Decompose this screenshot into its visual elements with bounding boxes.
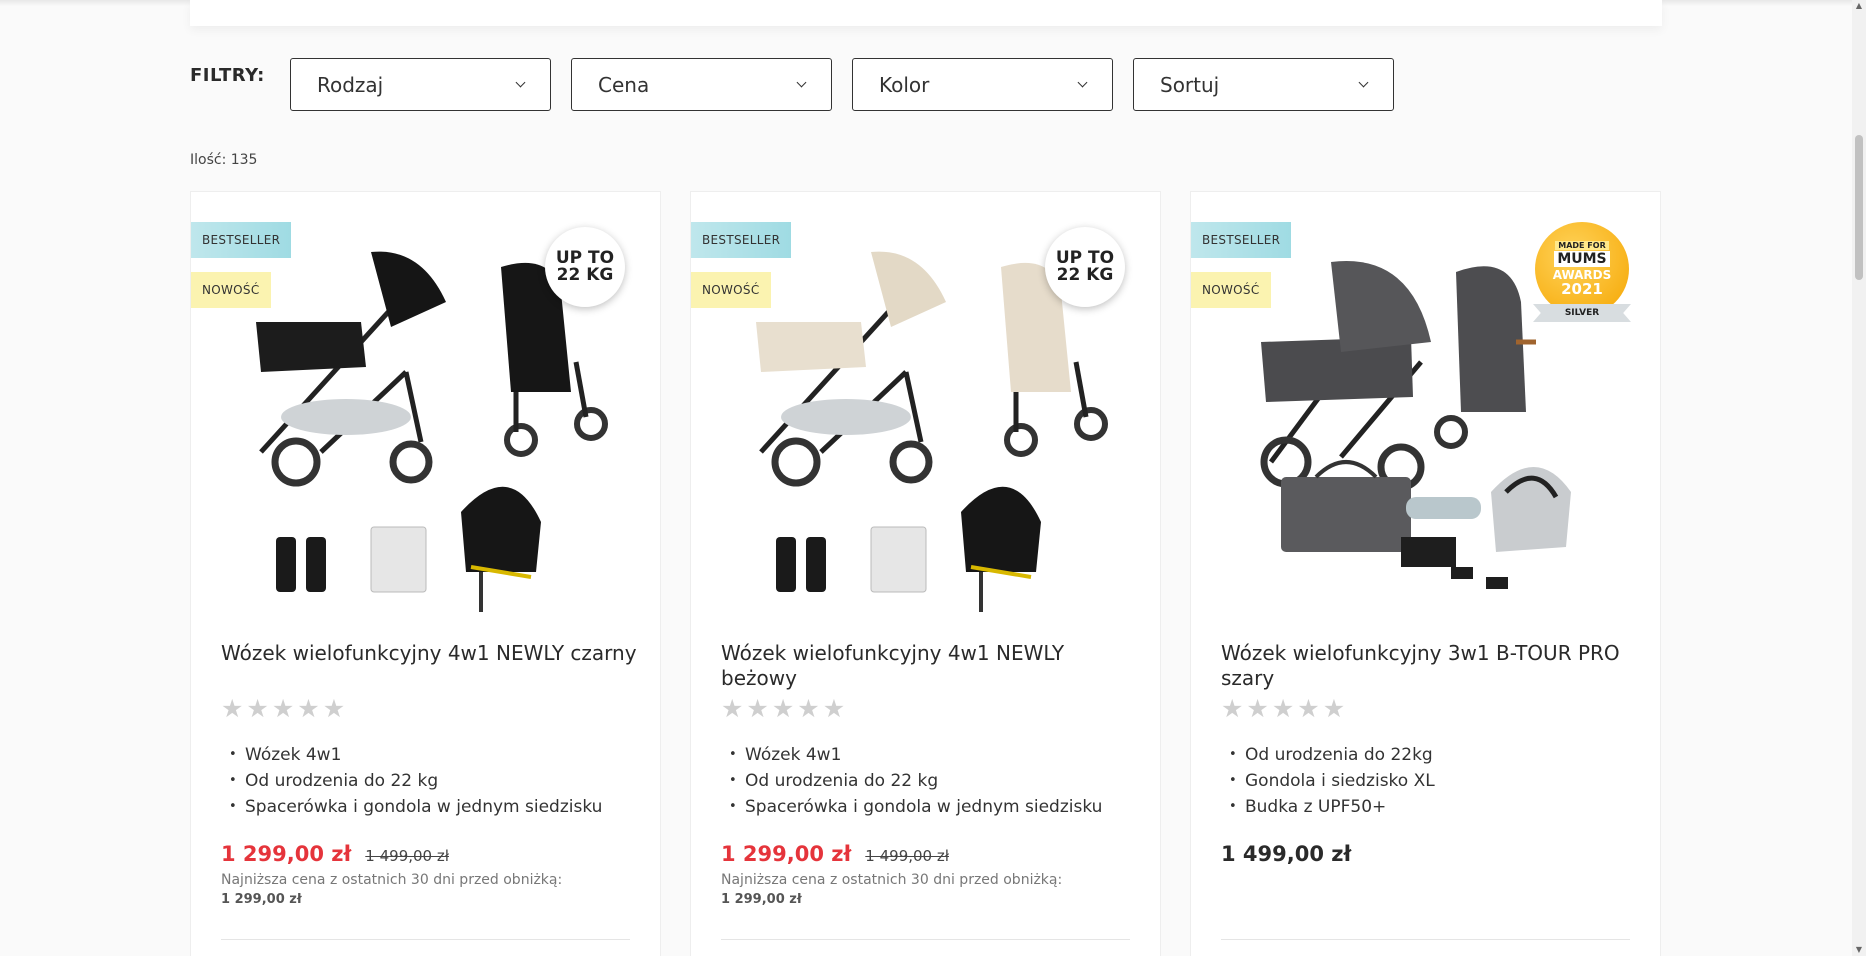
price-block: 1 299,00 zł 1 499,00 zł [221, 842, 449, 866]
star-icon: ★ [771, 694, 795, 723]
scroll-up-icon[interactable]: ▲ [1855, 2, 1863, 10]
lowest-price-info: Najniższa cena z ostatnich 30 dni przed … [221, 870, 562, 910]
card-divider [221, 939, 630, 940]
product-title[interactable]: Wózek wielofunkcyjny 3w1 B-TOUR PRO szar… [1221, 641, 1641, 691]
feature-list: Wózek 4w1 Od urodzenia do 22 kg Spacerów… [221, 742, 602, 820]
product-image[interactable]: BESTSELLER NOWOŚĆ UP TO 22 KG [691, 192, 1162, 632]
feature-item: Od urodzenia do 22 kg [721, 768, 1102, 794]
bestseller-badge: BESTSELLER [1191, 222, 1292, 258]
feature-item: Budka z UPF50+ [1221, 794, 1435, 820]
filter-price-label: Cena [598, 72, 650, 97]
product-image[interactable]: BESTSELLER NOWOŚĆ MADE FOR MUMS AWARDS 2… [1191, 192, 1662, 632]
star-icon: ★ [1271, 694, 1295, 723]
filter-color-label: Kolor [879, 72, 930, 97]
star-icon: ★ [1246, 694, 1269, 723]
old-price: 1 499,00 zł [365, 847, 449, 865]
rating-stars: ★ ★ ★ ★ ★ [221, 696, 345, 721]
lowest-price-value: 1 299,00 zł [721, 892, 802, 907]
feature-item: Spacerówka i gondola w jednym siedzisku [721, 794, 1102, 820]
award-line4: 2021 [1561, 280, 1603, 298]
star-icon: ★ [1297, 694, 1320, 723]
feature-item: Wózek 4w1 [721, 742, 1102, 768]
bestseller-badge: BESTSELLER [191, 222, 292, 258]
star-icon: ★ [246, 694, 269, 723]
award-ribbon: SILVER [1533, 304, 1631, 322]
feature-list: Wózek 4w1 Od urodzenia do 22 kg Spacerów… [721, 742, 1102, 820]
lowest-price-info: Najniższa cena z ostatnich 30 dni przed … [721, 870, 1062, 910]
weight-badge-line2: 22 KG [1056, 265, 1114, 285]
award-line2: MUMS [1554, 251, 1610, 267]
filters-bar: FILTRY: Rodzaj Cena Kolor Sortuj [190, 58, 1414, 112]
new-badge: NOWOŚĆ [1191, 272, 1271, 308]
award-line1: MADE FOR [1555, 241, 1609, 250]
scrollbar-thumb[interactable] [1855, 135, 1863, 280]
new-badge: NOWOŚĆ [691, 272, 771, 308]
bestseller-badge: BESTSELLER [691, 222, 792, 258]
feature-item: Spacerówka i gondola w jednym siedzisku [221, 794, 602, 820]
sort-label: Sortuj [1160, 72, 1220, 97]
filters-label: FILTRY: [190, 65, 265, 86]
weight-badge-line2: 22 KG [556, 265, 614, 285]
star-icon: ★ [822, 694, 846, 723]
filter-price-select[interactable]: Cena [571, 58, 832, 111]
chevron-down-icon [796, 77, 807, 88]
scroll-down-icon[interactable]: ▼ [1855, 946, 1863, 954]
weight-limit-badge: UP TO 22 KG [545, 227, 625, 307]
weight-limit-badge: UP TO 22 KG [1045, 227, 1125, 307]
star-icon: ★ [797, 694, 820, 723]
regular-price: 1 499,00 zł [1221, 842, 1352, 866]
lowest-price-value: 1 299,00 zł [221, 892, 302, 907]
product-title[interactable]: Wózek wielofunkcyjny 4w1 NEWLY czarny [221, 641, 641, 666]
product-card[interactable]: BESTSELLER NOWOŚĆ UP TO 22 KG Wózek wiel… [690, 191, 1161, 956]
rating-stars: ★ ★ ★ ★ ★ [1221, 696, 1345, 721]
star-icon: ★ [1221, 694, 1244, 723]
sale-price: 1 299,00 zł [221, 842, 352, 866]
mums-award-badge: MADE FOR MUMS AWARDS 2021 SILVER [1533, 222, 1631, 322]
chevron-down-icon [1358, 77, 1369, 88]
card-divider [721, 939, 1130, 940]
product-card[interactable]: BESTSELLER NOWOŚĆ UP TO 22 KG Wózek wiel… [190, 191, 661, 956]
feature-item: Od urodzenia do 22kg [1221, 742, 1435, 768]
new-badge: NOWOŚĆ [191, 272, 271, 308]
star-icon: ★ [746, 694, 769, 723]
product-title[interactable]: Wózek wielofunkcyjny 4w1 NEWLY beżowy [721, 641, 1141, 691]
star-icon: ★ [721, 694, 744, 723]
filter-color-select[interactable]: Kolor [852, 58, 1113, 111]
star-icon: ★ [1322, 694, 1346, 723]
lowest-price-label: Najniższa cena z ostatnich 30 dni przed … [721, 872, 1063, 888]
product-card[interactable]: BESTSELLER NOWOŚĆ MADE FOR MUMS AWARDS 2… [1190, 191, 1661, 956]
feature-list: Od urodzenia do 22kg Gondola i siedzisko… [1221, 742, 1435, 820]
chevron-down-icon [515, 77, 526, 88]
card-divider [1221, 939, 1630, 940]
chevron-down-icon [1077, 77, 1088, 88]
filter-type-label: Rodzaj [317, 72, 384, 97]
sale-price: 1 299,00 zł [721, 842, 852, 866]
filter-type-select[interactable]: Rodzaj [290, 58, 551, 111]
feature-item: Gondola i siedzisko XL [1221, 768, 1435, 794]
feature-item: Wózek 4w1 [221, 742, 602, 768]
price-block: 1 299,00 zł 1 499,00 zł [721, 842, 949, 866]
price-block: 1 499,00 zł [1221, 842, 1351, 866]
old-price: 1 499,00 zł [865, 847, 949, 865]
product-count: Ilość: 135 [190, 152, 258, 168]
star-icon: ★ [297, 694, 320, 723]
scrollbar[interactable]: ▲ ▼ [1852, 0, 1866, 956]
star-icon: ★ [322, 694, 346, 723]
feature-item: Od urodzenia do 22 kg [221, 768, 602, 794]
product-image[interactable]: BESTSELLER NOWOŚĆ UP TO 22 KG [191, 192, 662, 632]
sort-select[interactable]: Sortuj [1133, 58, 1394, 111]
star-icon: ★ [271, 694, 295, 723]
header-strip [190, 0, 1662, 26]
star-icon: ★ [221, 694, 244, 723]
rating-stars: ★ ★ ★ ★ ★ [721, 696, 845, 721]
lowest-price-label: Najniższa cena z ostatnich 30 dni przed … [221, 872, 563, 888]
